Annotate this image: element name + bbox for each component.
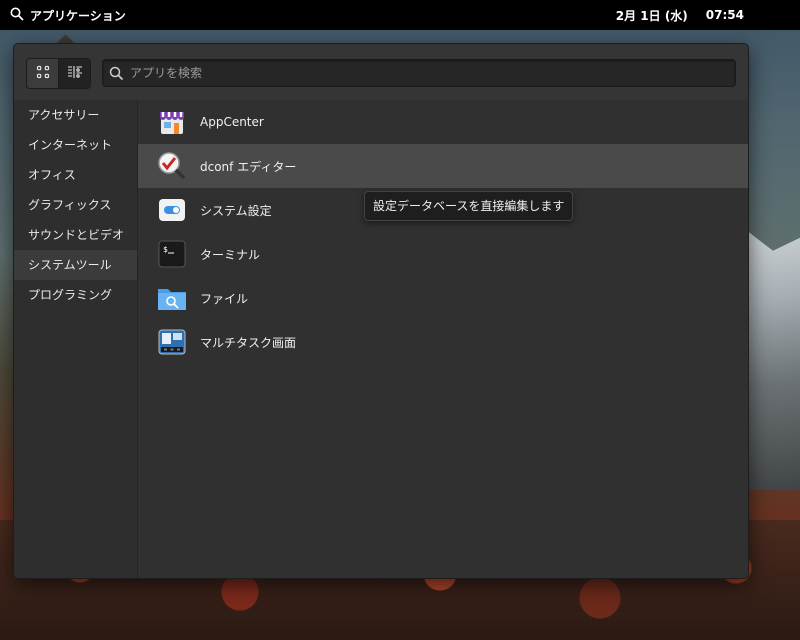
top-panel: アプリケーション 2月 1日 (水) 07:54 xyxy=(0,0,800,30)
multitasking-icon xyxy=(157,327,187,357)
applications-popover: アクセサリー インターネット オフィス グラフィックス サウンドとビデオ システ… xyxy=(13,43,749,579)
app-label: マルチタスク画面 xyxy=(200,335,297,350)
category-list-icon xyxy=(67,64,83,83)
sidebar-item-programming[interactable]: プログラミング xyxy=(14,280,137,310)
category-sidebar: アクセサリー インターネット オフィス グラフィックス サウンドとビデオ システ… xyxy=(14,100,138,578)
grid-icon xyxy=(36,64,50,83)
app-list: AppCenter dconf エディター システム設定 $ ターミナル ファイ… xyxy=(138,100,748,578)
app-description-tooltip: 設定データベースを直接編集します xyxy=(364,191,574,221)
sidebar-item-label: サウンドとビデオ xyxy=(28,228,125,242)
appcenter-icon xyxy=(157,107,187,137)
popover-header xyxy=(14,44,748,100)
applications-label: アプリケーション xyxy=(30,8,126,23)
app-label: ファイル xyxy=(200,291,249,306)
app-label: ターミナル xyxy=(200,247,261,262)
sidebar-item-internet[interactable]: インターネット xyxy=(14,130,137,160)
dconf-editor-icon xyxy=(157,151,187,181)
grid-view-button[interactable] xyxy=(27,59,58,88)
sidebar-item-system-tools[interactable]: システムツール xyxy=(14,250,137,280)
search-icon xyxy=(109,66,124,81)
app-label: システム設定 xyxy=(200,203,272,218)
sidebar-item-label: プログラミング xyxy=(28,288,113,302)
files-folder-icon xyxy=(157,283,187,313)
svg-text:$: $ xyxy=(163,245,168,254)
sidebar-item-graphics[interactable]: グラフィックス xyxy=(14,190,137,220)
datetime-indicator[interactable]: 2月 1日 (水) 07:54 xyxy=(616,0,744,30)
sidebar-item-label: インターネット xyxy=(28,138,113,152)
sidebar-item-label: オフィス xyxy=(28,168,76,182)
app-label: AppCenter xyxy=(200,115,264,129)
sidebar-item-sound-video[interactable]: サウンドとビデオ xyxy=(14,220,137,250)
sidebar-item-office[interactable]: オフィス xyxy=(14,160,137,190)
sidebar-item-accessories[interactable]: アクセサリー xyxy=(14,100,137,130)
terminal-icon: $ xyxy=(157,239,187,269)
category-view-button[interactable] xyxy=(58,59,90,88)
search-input[interactable] xyxy=(128,65,735,81)
app-item-dconf-editor[interactable]: dconf エディター xyxy=(138,144,748,188)
view-mode-switcher xyxy=(26,58,91,89)
app-item-multitasking-view[interactable]: マルチタスク画面 xyxy=(138,320,748,364)
app-item-terminal[interactable]: $ ターミナル xyxy=(138,232,748,276)
search-icon xyxy=(10,7,24,24)
search-field[interactable] xyxy=(102,59,736,87)
applications-menu-button[interactable]: アプリケーション xyxy=(10,7,126,24)
sidebar-item-label: アクセサリー xyxy=(28,108,100,122)
sidebar-item-label: システムツール xyxy=(28,258,112,272)
app-item-appcenter[interactable]: AppCenter xyxy=(138,100,748,144)
date-label: 2月 1日 (水) xyxy=(615,8,688,23)
app-label: dconf エディター xyxy=(200,159,297,174)
sidebar-item-label: グラフィックス xyxy=(28,198,112,212)
app-item-files[interactable]: ファイル xyxy=(138,276,748,320)
time-label: 07:54 xyxy=(705,8,744,22)
settings-toggle-icon xyxy=(157,195,187,225)
